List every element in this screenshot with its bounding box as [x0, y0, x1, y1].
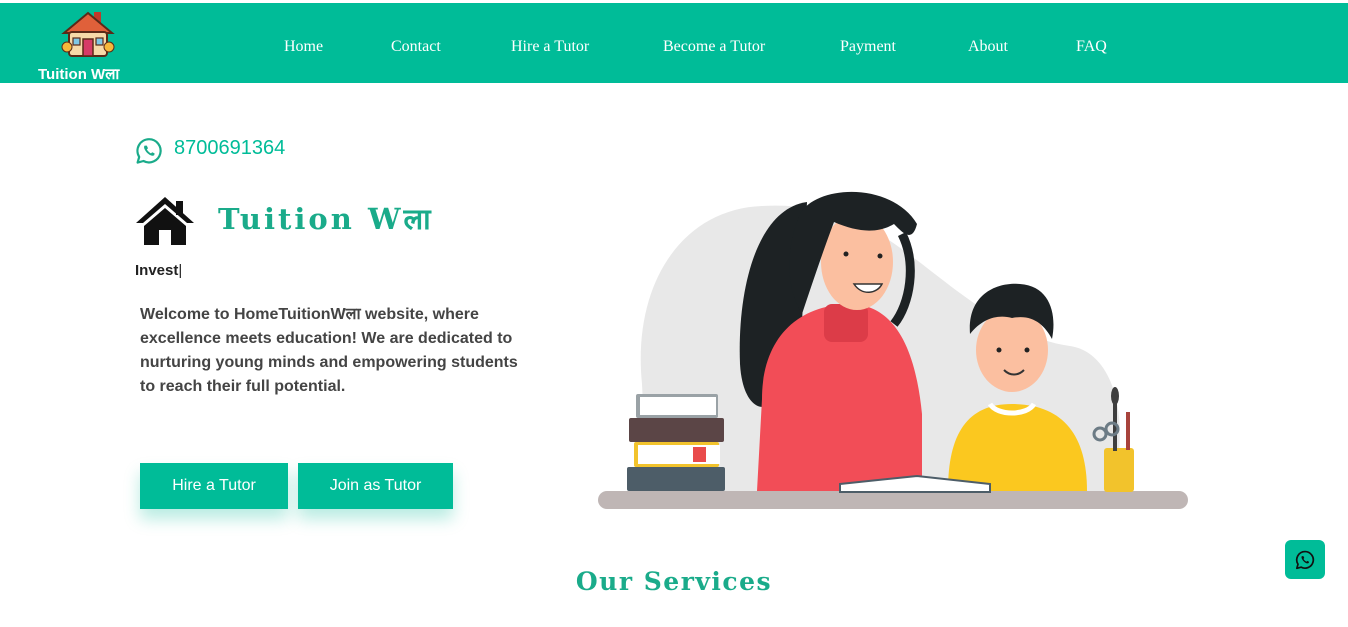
nav-contact[interactable]: Contact	[391, 38, 441, 56]
services-heading: Our Services	[575, 567, 773, 596]
house-icon	[136, 197, 194, 245]
typed-tagline: Invest|	[135, 262, 182, 279]
brand-title: Tuition Wला	[218, 202, 434, 236]
whatsapp-float-button[interactable]	[1285, 540, 1325, 579]
nav-hire-a-tutor[interactable]: Hire a Tutor	[511, 38, 589, 56]
nav-home[interactable]: Home	[284, 38, 323, 56]
logo-text: Tuition Wला	[38, 66, 120, 83]
nav-faq[interactable]: FAQ	[1076, 38, 1107, 56]
typing-cursor: |	[178, 262, 183, 279]
join-as-tutor-button[interactable]: Join as Tutor	[298, 463, 453, 509]
whatsapp-icon	[1295, 550, 1315, 569]
hire-tutor-button[interactable]: Hire a Tutor	[140, 463, 288, 509]
house-logo-icon	[61, 11, 115, 57]
phone-number[interactable]: 8700691364	[174, 137, 285, 160]
whatsapp-icon	[136, 138, 162, 164]
teacher-student-illustration	[598, 191, 1188, 509]
phone-contact[interactable]: 8700691364	[135, 137, 285, 165]
welcome-text: Welcome to HomeTuitionWला website, where…	[140, 306, 518, 395]
site-logo[interactable]: Tuition Wला	[34, 7, 142, 83]
nav-become-a-tutor[interactable]: Become a Tutor	[663, 38, 765, 56]
navbar: Tuition Wला Home Contact Hire a Tutor Be…	[0, 3, 1348, 83]
nav-payment[interactable]: Payment	[840, 38, 896, 56]
typed-text: Invest	[135, 262, 179, 279]
nav-about[interactable]: About	[968, 38, 1008, 56]
